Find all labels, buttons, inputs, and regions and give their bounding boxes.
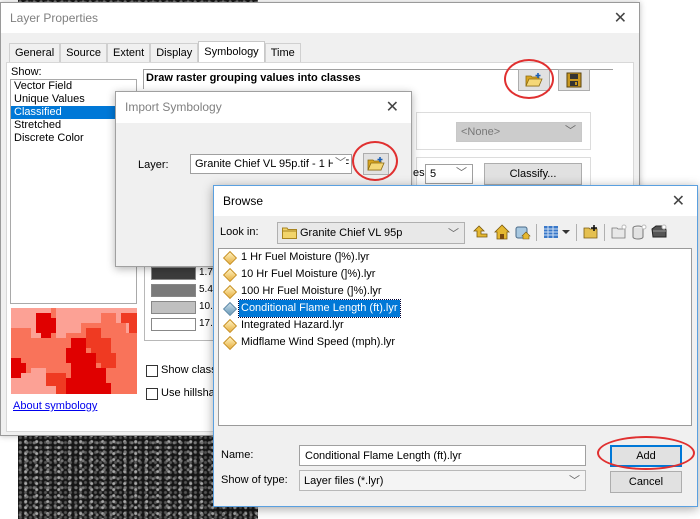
file-name: Conditional Flame Length (ft).lyr — [238, 299, 401, 318]
name-label: Name: — [221, 449, 254, 461]
view-dropdown-icon[interactable] — [560, 223, 572, 241]
classify-button[interactable]: Classify... — [484, 163, 582, 185]
file-name: 100 Hr Fuel Moisture (]%).lyr — [241, 285, 382, 297]
browse-titlebar: Browse ✕ — [214, 186, 697, 216]
tab-time[interactable]: Time — [264, 43, 301, 62]
layer-file-icon — [222, 301, 238, 316]
folder-open-import-icon — [367, 156, 385, 170]
layer-properties-titlebar: Layer Properties ✕ — [1, 3, 639, 33]
new-folder-icon[interactable] — [610, 223, 628, 241]
file-name: Midflame Wind Speed (mph).lyr — [241, 336, 396, 348]
floppy-save-icon — [566, 72, 582, 88]
use-hillshade-label: Use hillshac — [161, 387, 221, 399]
legend-swatch[interactable] — [151, 267, 196, 280]
file-list-item[interactable]: Integrated Hazard.lyr — [219, 317, 691, 334]
folder-open-import-icon — [525, 72, 543, 86]
import-symbology-button[interactable] — [518, 69, 550, 91]
chevron-down-icon: ﹀ — [456, 167, 467, 179]
toolbar-separator — [604, 224, 605, 241]
legend-label: 5.4 — [199, 284, 213, 295]
classes-value: 5 — [430, 168, 437, 180]
file-name: 1 Hr Fuel Moisture (]%).lyr — [241, 251, 370, 263]
layer-file-icon — [222, 284, 238, 299]
home-icon[interactable] — [493, 223, 511, 241]
add-button[interactable]: Add — [610, 445, 682, 467]
look-in-dropdown[interactable]: Granite Chief VL 95p ﹀ — [277, 222, 465, 244]
tab-display[interactable]: Display — [150, 43, 199, 62]
save-symbology-button[interactable] — [558, 69, 590, 91]
legend-label: 17. — [199, 318, 213, 329]
layer-file-icon — [222, 335, 238, 350]
file-list-item[interactable]: 10 Hr Fuel Moisture (]%).lyr — [219, 266, 691, 283]
classes-dropdown[interactable]: 5 ﹀ — [425, 164, 473, 184]
tab-source[interactable]: Source — [60, 43, 107, 62]
chevron-down-icon: ﹀ — [565, 125, 576, 137]
look-in-value: Granite Chief VL 95p — [300, 227, 403, 239]
look-in-label: Look in: — [220, 226, 259, 238]
show-of-type-value: Layer files (*.lyr) — [304, 475, 384, 487]
file-list[interactable]: 1 Hr Fuel Moisture (]%).lyr 10 Hr Fuel Mo… — [218, 248, 692, 426]
layer-dropdown[interactable]: Granite Chief VL 95p.tif - 1 Hr F ﹀ — [190, 154, 352, 174]
layer-file-icon — [222, 250, 238, 265]
close-icon[interactable]: ✕ — [672, 191, 685, 211]
tab-bar: General Source Extent Display Symbology … — [9, 41, 301, 62]
show-of-type-label: Show of type: — [221, 474, 288, 486]
toolbar-separator — [536, 224, 537, 241]
chevron-down-icon: ﹀ — [448, 228, 459, 240]
file-list-item[interactable]: 1 Hr Fuel Moisture (]%).lyr — [219, 249, 691, 266]
cancel-button[interactable]: Cancel — [610, 471, 682, 493]
normalization-dropdown: <None> ﹀ — [456, 122, 582, 142]
normalization-value: <None> — [461, 126, 501, 138]
layer-label: Layer: — [138, 159, 169, 171]
layer-value: Granite Chief VL 95p.tif - 1 Hr F — [195, 158, 350, 170]
window-title: Layer Properties — [10, 11, 99, 25]
toolbox-icon[interactable] — [650, 223, 668, 241]
show-of-type-dropdown[interactable]: Layer files (*.lyr) ﹀ — [299, 470, 586, 491]
layer-file-icon — [222, 267, 238, 282]
chevron-down-icon: ﹀ — [569, 475, 580, 487]
dialog-title: Import Symbology — [125, 100, 222, 114]
file-name: Integrated Hazard.lyr — [241, 319, 344, 331]
close-icon[interactable]: ✕ — [386, 97, 399, 117]
file-list-item[interactable]: Conditional Flame Length (ft).lyr — [219, 299, 691, 318]
chevron-down-icon: ﹀ — [333, 156, 346, 170]
new-database-icon[interactable] — [630, 223, 648, 241]
browse-dialog: Browse ✕ Look in: Granite Chief VL 95p ﹀ — [213, 185, 698, 507]
tab-general[interactable]: General — [9, 43, 61, 62]
up-one-level-icon[interactable] — [472, 223, 490, 241]
legend-swatch[interactable] — [151, 301, 196, 314]
dialog-title: Browse — [223, 194, 264, 208]
tab-symbology[interactable]: Symbology — [198, 41, 265, 62]
import-symbology-titlebar: Import Symbology ✕ — [116, 92, 411, 123]
go-to-default-icon[interactable] — [514, 223, 532, 241]
legend-label: 10. — [199, 301, 213, 312]
file-list-item[interactable]: 100 Hr Fuel Moisture (]%).lyr — [219, 283, 691, 300]
legend-swatch[interactable] — [151, 284, 196, 297]
browse-layer-button[interactable] — [363, 153, 389, 175]
use-hillshade-checkbox[interactable] — [146, 388, 158, 400]
close-icon[interactable]: ✕ — [614, 8, 627, 28]
about-symbology-link[interactable]: About symbology — [13, 400, 97, 412]
file-list-item[interactable]: Midflame Wind Speed (mph).lyr — [219, 334, 691, 351]
connect-to-folder-icon[interactable] — [582, 223, 600, 241]
name-input[interactable]: Conditional Flame Length (ft).lyr — [299, 445, 586, 466]
show-class-label: Show class — [161, 364, 217, 376]
legend-swatch[interactable] — [151, 318, 196, 331]
symbology-preview-image — [11, 308, 137, 394]
classes-label: es — [413, 167, 425, 179]
show-label: Show: — [11, 66, 42, 78]
tab-extent[interactable]: Extent — [107, 43, 151, 62]
folder-icon — [282, 227, 297, 239]
name-value: Conditional Flame Length (ft).lyr — [305, 450, 462, 462]
toolbar-separator — [576, 224, 577, 241]
list-view-icon[interactable] — [542, 223, 560, 241]
legend-label: 1.7 — [199, 267, 213, 278]
show-class-checkbox[interactable] — [146, 365, 158, 377]
legend-table: 1.7 5.4 10. 17. — [146, 258, 216, 331]
layer-file-icon — [222, 318, 238, 333]
file-name: 10 Hr Fuel Moisture (]%).lyr — [241, 268, 376, 280]
